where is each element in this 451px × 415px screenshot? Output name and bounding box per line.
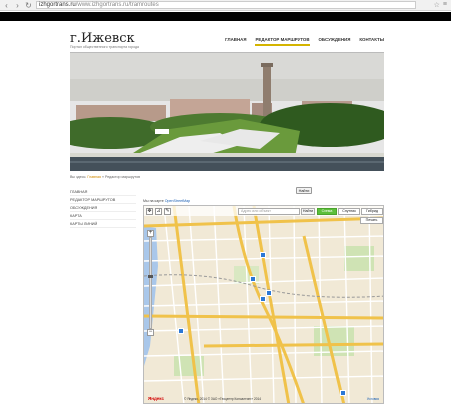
map-caption-link[interactable]: OpenStreetMap	[165, 199, 190, 203]
browser-toolbar: ‹ › ↻ izhgortrans.ru/www.izhgortrans.ru/…	[0, 0, 451, 11]
zoom-in-button[interactable]: +	[147, 230, 154, 237]
nav-item-home[interactable]: ГЛАВНАЯ	[225, 37, 246, 46]
sidebar-menu: ГЛАВНАЯ РЕДАКТОР МАРШРУТОВ ОБСУЖДЕНИЯ КА…	[70, 188, 136, 228]
sidebar-item-map[interactable]: КАРТА	[70, 212, 136, 220]
url-path: /www.izhgortrans.ru/tramroutes	[75, 2, 159, 8]
header-banner-photo	[70, 53, 384, 171]
star-icon[interactable]: ☆	[434, 1, 440, 9]
reload-icon[interactable]: ↻	[24, 1, 33, 10]
url-host: izhgortrans.ru	[39, 2, 76, 8]
breadcrumb-home-link[interactable]: Главная	[87, 175, 101, 179]
address-bar[interactable]: izhgortrans.ru/www.izhgortrans.ru/tramro…	[36, 1, 416, 9]
map-canvas[interactable]	[144, 206, 384, 404]
map-brand-logo[interactable]: Яндекс	[148, 396, 164, 401]
site-header: г.Ижевск Портал общественного транспорта…	[70, 31, 384, 52]
map-marker[interactable]	[260, 296, 266, 302]
site-tagline: Портал общественного транспорта города	[70, 45, 139, 49]
map-marker[interactable]	[260, 252, 266, 258]
map-caption-prefix: Мы на карте	[143, 199, 164, 203]
map-search-input[interactable]: Адрес или объект	[238, 208, 300, 215]
map-find-button[interactable]: Найти	[301, 208, 315, 215]
sidebar-item-discussions[interactable]: ОБСУЖДЕНИЯ	[70, 204, 136, 212]
main-nav: ГЛАВНАЯ РЕДАКТОР МАРШРУТОВ ОБСУЖДЕНИЯ КО…	[225, 37, 384, 46]
breadcrumb-separator: »	[102, 175, 104, 179]
banner-illustration	[70, 53, 384, 171]
hand-icon[interactable]: ✥	[146, 207, 153, 215]
map-terms-link[interactable]: Условия	[367, 397, 379, 401]
zoom-slider[interactable]	[148, 237, 153, 329]
browser-actions: ☆ ≡	[434, 1, 447, 9]
map-marker[interactable]	[340, 390, 346, 396]
city-map[interactable]: ✥ ⊿ ✎ Адрес или объект Найти Схема Спутн…	[143, 205, 384, 404]
sidebar-item-line-maps[interactable]: КАРТЫ ЛИНИЙ	[70, 220, 136, 228]
wrench-icon[interactable]: ≡	[443, 1, 447, 9]
map-type-scheme[interactable]: Схема	[317, 208, 337, 215]
ruler-icon[interactable]: ⊿	[155, 207, 162, 215]
breadcrumb: Вы здесь: Главная » Редактор маршрутов	[70, 175, 140, 179]
breadcrumb-prefix: Вы здесь:	[70, 175, 87, 179]
nav-item-route-editor[interactable]: РЕДАКТОР МАРШРУТОВ	[255, 37, 310, 46]
map-caption: Мы на карте OpenStreetMap	[143, 199, 190, 203]
sidebar-item-home[interactable]: ГЛАВНАЯ	[70, 188, 136, 196]
breadcrumb-current: Редактор маршрутов	[105, 175, 141, 179]
map-type-hybrid[interactable]: Гибрид	[361, 208, 383, 215]
nav-item-discussions[interactable]: ОБСУЖДЕНИЯ	[319, 37, 351, 46]
forward-icon[interactable]: ›	[13, 1, 22, 10]
map-marker[interactable]	[178, 328, 184, 334]
map-zoom-control: + −	[147, 230, 154, 340]
sidebar-item-route-editor[interactable]: РЕДАКТОР МАРШРУТОВ	[70, 196, 136, 204]
zoom-slider-knob[interactable]	[148, 275, 153, 278]
nav-item-contacts[interactable]: КОНТАКТЫ	[359, 37, 384, 46]
map-marker[interactable]	[266, 290, 272, 296]
zoom-out-button[interactable]: −	[147, 329, 154, 336]
search-button[interactable]: Найти	[296, 187, 312, 194]
site-logo[interactable]: г.Ижевск	[70, 31, 135, 46]
back-icon[interactable]: ‹	[2, 1, 11, 10]
map-print-button[interactable]: Печать	[360, 217, 383, 224]
map-type-satellite[interactable]: Спутник	[338, 208, 360, 215]
bookmarks-bar	[0, 12, 451, 21]
map-copyright: © Яндекс, 2014 © ЗАО «Геоцентр Консалтин…	[184, 397, 262, 401]
pencil-icon[interactable]: ✎	[164, 207, 171, 215]
map-marker[interactable]	[250, 276, 256, 282]
